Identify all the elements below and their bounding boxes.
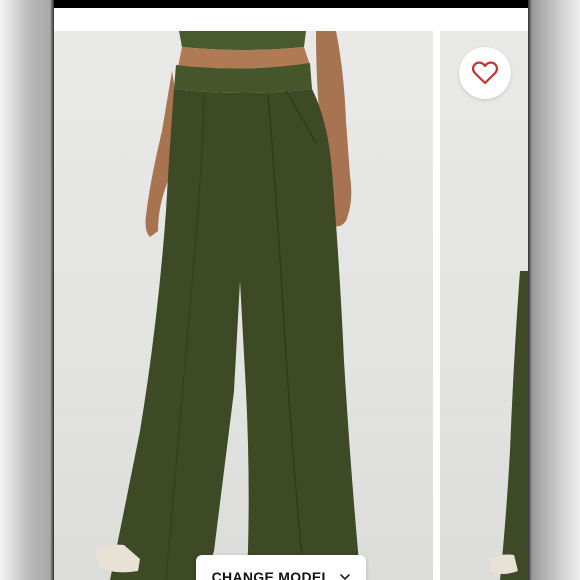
heart-outline-icon <box>472 61 498 85</box>
image-carousel[interactable]: CHANGE MODEL <box>54 31 528 580</box>
change-model-button[interactable]: CHANGE MODEL <box>196 555 366 580</box>
waist-skin <box>178 47 310 69</box>
product-photo-next[interactable] <box>440 31 528 580</box>
change-model-label: CHANGE MODEL <box>211 569 331 580</box>
pants <box>110 89 360 580</box>
pants-partial <box>500 271 528 580</box>
top-bar <box>54 0 528 8</box>
crop-top <box>179 31 306 50</box>
shoe-partial <box>490 554 518 574</box>
product-image-viewer: CHANGE MODEL <box>54 0 528 580</box>
next-photo-illustration <box>490 271 528 580</box>
product-photo-main <box>54 31 433 580</box>
model-wearing-pants-illustration <box>96 31 360 580</box>
chevron-down-icon <box>340 573 351 580</box>
favorite-button[interactable] <box>459 47 511 99</box>
